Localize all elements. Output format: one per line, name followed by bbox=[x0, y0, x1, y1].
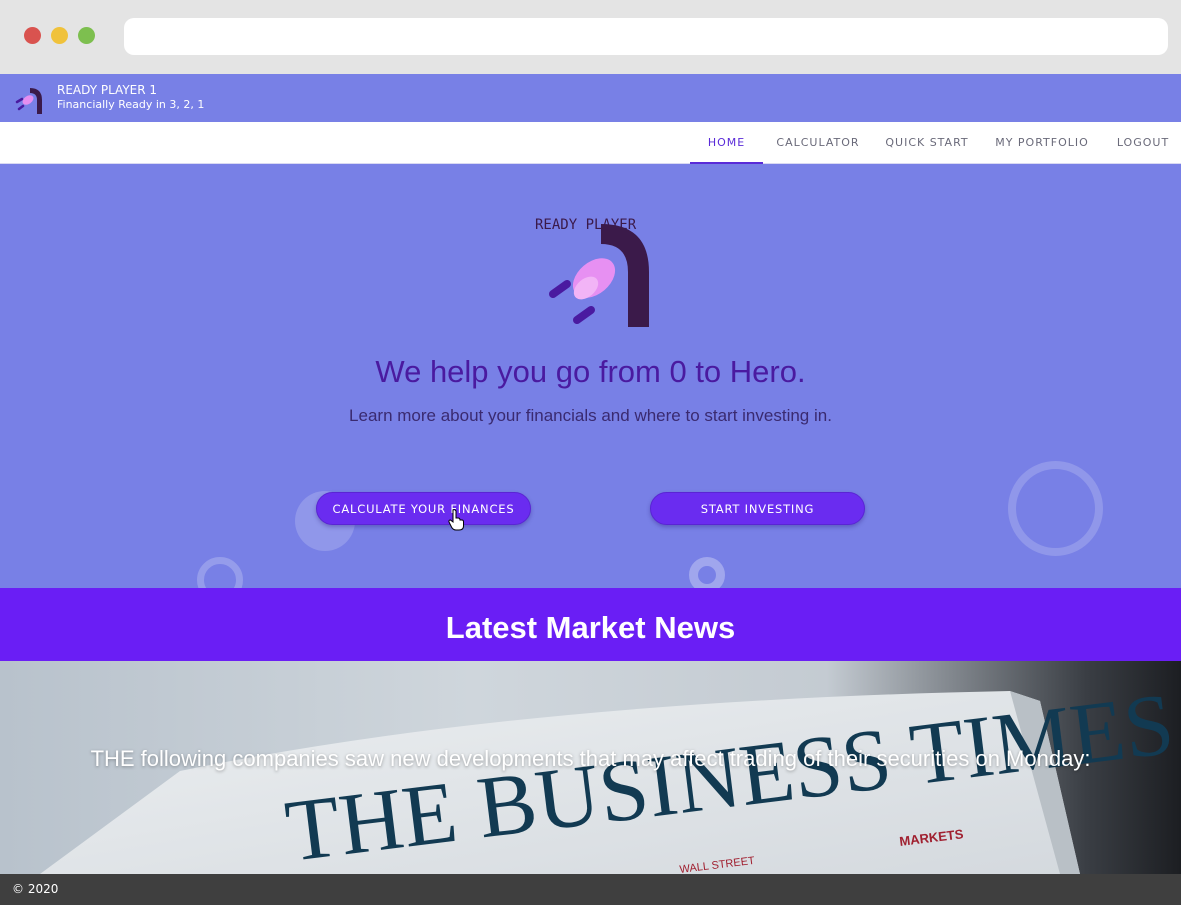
nav-item-calculator[interactable]: CALCULATOR bbox=[770, 122, 866, 164]
calculate-finances-button[interactable]: CALCULATE YOUR FINANCES bbox=[316, 492, 531, 525]
app-logo-icon[interactable] bbox=[10, 82, 44, 116]
news-heading: Latest Market News bbox=[445, 610, 736, 645]
hero-title: We help you go from 0 to Hero. bbox=[375, 354, 806, 389]
nav-item-my-portfolio[interactable]: MY PORTFOLIO bbox=[988, 122, 1096, 164]
news-banner: Latest Market News bbox=[0, 588, 1181, 661]
hero-subtitle: Learn more about your financials and whe… bbox=[349, 406, 832, 425]
nav-item-logout[interactable]: LOGOUT bbox=[1108, 122, 1178, 164]
close-window-button[interactable] bbox=[24, 27, 41, 44]
ready-player-logo: READY PLAYER bbox=[535, 217, 649, 327]
decor-ring bbox=[197, 557, 243, 588]
main-nav: HOME CALCULATOR QUICK START MY PORTFOLIO… bbox=[0, 122, 1181, 164]
start-investing-button[interactable]: START INVESTING bbox=[650, 492, 865, 525]
hero-section: READY PLAYER We help you go from 0 to He… bbox=[0, 164, 1181, 588]
decor-ring bbox=[1008, 461, 1103, 556]
footer: © 2020 bbox=[0, 874, 1181, 905]
app-title: READY PLAYER 1 bbox=[57, 83, 158, 97]
nav-item-quick-start[interactable]: QUICK START bbox=[878, 122, 976, 164]
app-subtitle: Financially Ready in 3, 2, 1 bbox=[57, 98, 205, 111]
maximize-window-button[interactable] bbox=[78, 27, 95, 44]
address-bar[interactable] bbox=[124, 18, 1168, 55]
news-headline[interactable]: THE following companies saw new developm… bbox=[60, 745, 1121, 773]
app-header: READY PLAYER 1 Financially Ready in 3, 2… bbox=[0, 74, 1181, 122]
hand-cursor-icon bbox=[448, 509, 464, 531]
news-card[interactable]: THE BUSINESS TIMES MARKETS WALL STREET T… bbox=[0, 661, 1181, 874]
minimize-window-button[interactable] bbox=[51, 27, 68, 44]
decor-ring bbox=[689, 557, 725, 588]
copyright-text: © 2020 bbox=[12, 882, 59, 896]
nav-item-home[interactable]: HOME bbox=[690, 122, 763, 164]
browser-chrome bbox=[0, 0, 1181, 74]
